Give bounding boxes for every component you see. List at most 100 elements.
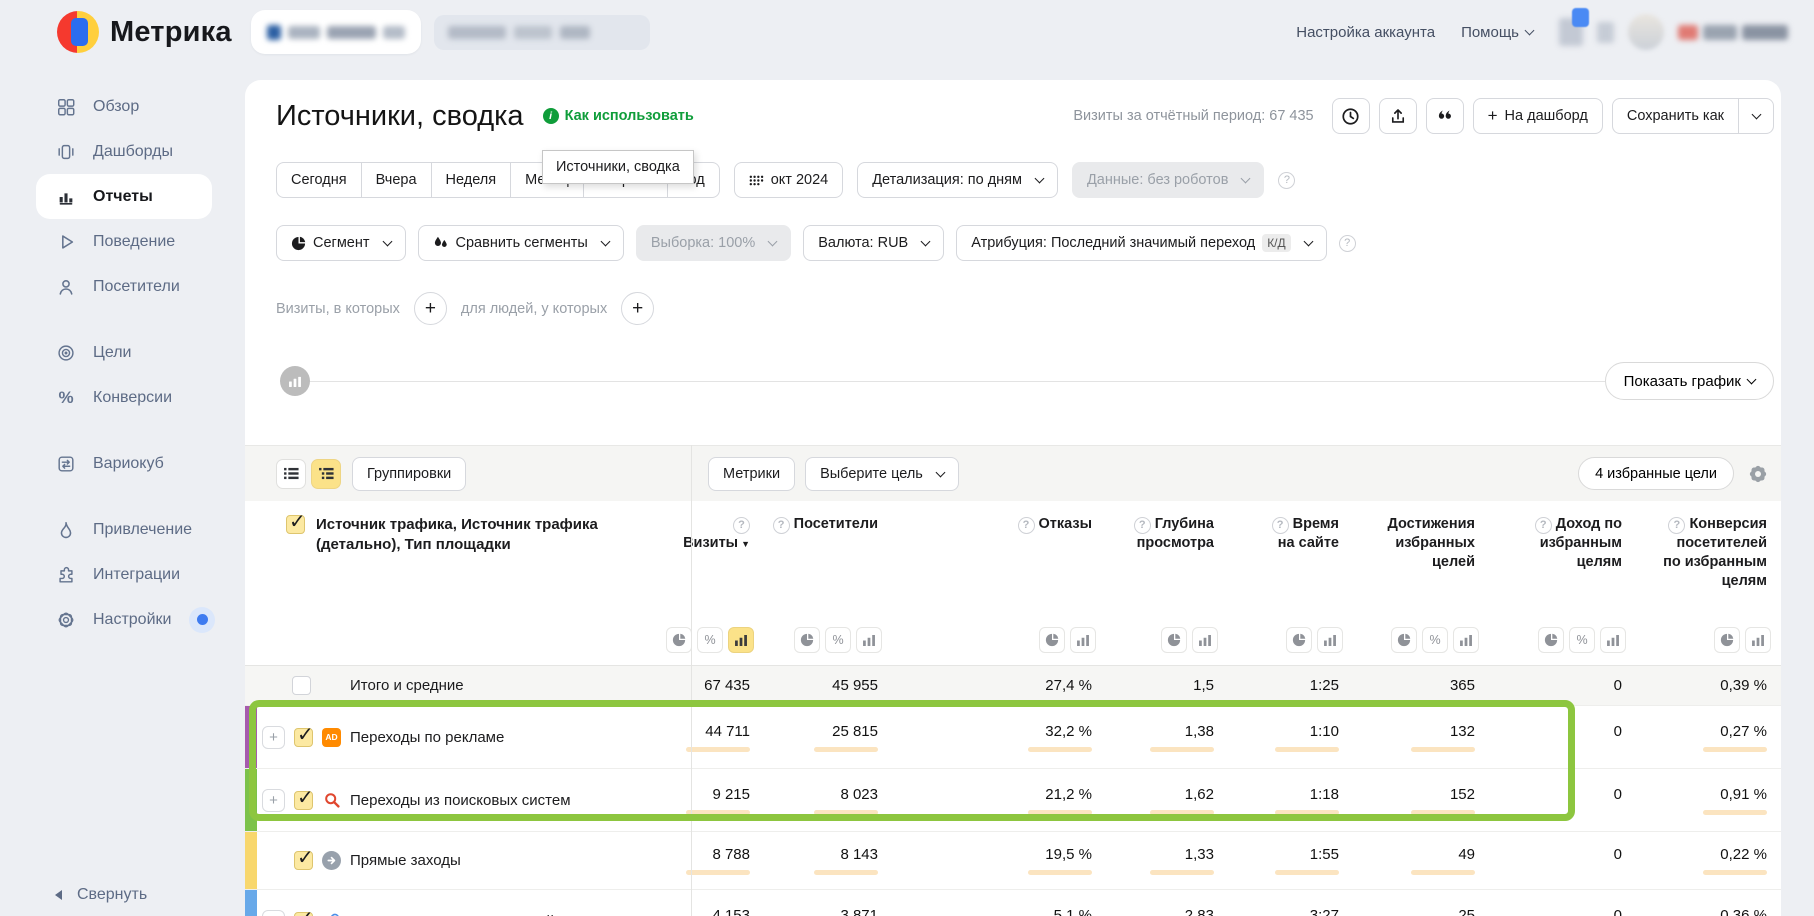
tree-view-toggle[interactable]: [311, 459, 341, 489]
table-row[interactable]: + ✓ Переходы по ссылкам на сайтах 4 153 …: [245, 889, 1781, 916]
sidebar-item-acquisition[interactable]: Привлечение: [0, 507, 245, 552]
flat-list-view-toggle[interactable]: [276, 459, 306, 489]
period-yesterday[interactable]: Вчера: [362, 162, 432, 198]
help-icon[interactable]: ?: [773, 517, 790, 534]
export-button[interactable]: [1379, 98, 1417, 134]
period-today[interactable]: Сегодня: [276, 162, 362, 198]
chart-collapsed-icon[interactable]: [280, 366, 310, 396]
row-label[interactable]: Переходы из поисковых систем: [350, 792, 571, 809]
collapse-sidebar-button[interactable]: Свернуть: [55, 886, 147, 904]
metrika-logo[interactable]: Метрика: [57, 11, 232, 53]
sidebar-item-integrations[interactable]: Интеграции: [0, 552, 245, 597]
table-row[interactable]: ✓ Прямые заходы 8 788 8 143 19,5 % 1,33 …: [245, 831, 1781, 889]
history-button[interactable]: [1332, 98, 1370, 134]
sidebar-item-variocube[interactable]: Вариокуб: [0, 441, 245, 486]
help-icon[interactable]: ?: [1134, 517, 1151, 534]
row-label[interactable]: Переходы по рекламе: [350, 729, 504, 746]
bars-toggle[interactable]: [1070, 627, 1096, 653]
chevron-down-icon: [1747, 375, 1757, 385]
comments-button[interactable]: [1426, 98, 1464, 134]
row-checkbox[interactable]: ✓: [294, 791, 313, 810]
how-to-use-link[interactable]: i Как использовать: [543, 108, 694, 124]
bars-toggle[interactable]: [1600, 627, 1626, 653]
sidebar-item-reports[interactable]: Отчеты: [36, 174, 212, 219]
sidebar-item-goals[interactable]: Цели: [0, 330, 245, 375]
pie-toggle[interactable]: [1161, 627, 1187, 653]
select-all-checkbox[interactable]: ✓: [286, 515, 305, 534]
percent-toggle[interactable]: %: [1422, 627, 1448, 653]
pie-toggle[interactable]: [1039, 627, 1065, 653]
help-icon[interactable]: ?: [1018, 517, 1035, 534]
add-visit-filter-button[interactable]: +: [414, 292, 447, 325]
bars-toggle[interactable]: [1453, 627, 1479, 653]
account-settings-link[interactable]: Настройка аккаунта: [1296, 24, 1435, 41]
add-people-filter-button[interactable]: +: [621, 292, 654, 325]
bars-toggle[interactable]: [856, 627, 882, 653]
counter-tab-active[interactable]: [251, 10, 421, 54]
metrics-button[interactable]: Метрики: [708, 457, 795, 491]
compare-segments-button[interactable]: Сравнить сегменты: [418, 225, 624, 261]
avatar[interactable]: [1628, 14, 1664, 50]
bars-toggle[interactable]: [1317, 627, 1343, 653]
sort-desc-icon[interactable]: ▼: [741, 539, 750, 549]
help-icon[interactable]: ?: [1668, 517, 1685, 534]
save-as-button[interactable]: Сохранить как: [1612, 98, 1739, 134]
period-week[interactable]: Неделя: [432, 162, 512, 198]
currency-dropdown[interactable]: Валюта: RUB: [803, 225, 944, 261]
bars-toggle[interactable]: [1745, 627, 1771, 653]
counter-tab-secondary[interactable]: [434, 15, 650, 50]
detalization-dropdown[interactable]: Детализация: по дням: [857, 162, 1058, 198]
notifications-icon[interactable]: [1559, 18, 1583, 46]
percent-toggle[interactable]: %: [697, 627, 723, 653]
help-menu[interactable]: Помощь: [1461, 24, 1533, 41]
groupings-button[interactable]: Группировки: [352, 457, 466, 491]
pie-toggle[interactable]: [794, 627, 820, 653]
sidebar-item-settings[interactable]: Настройки: [0, 597, 245, 642]
pie-toggle[interactable]: [1391, 627, 1417, 653]
sidebar-item-behavior[interactable]: Поведение: [0, 219, 245, 264]
row-checkbox[interactable]: ✓: [294, 728, 313, 747]
help-icon[interactable]: ?: [733, 517, 750, 534]
pie-toggle[interactable]: [1286, 627, 1312, 653]
row-checkbox[interactable]: ✓: [292, 676, 311, 695]
pie-toggle[interactable]: [666, 627, 692, 653]
expand-row-button[interactable]: +: [262, 789, 285, 812]
table-row[interactable]: + ✓ AD Переходы по рекламе 44 711 25 815…: [245, 705, 1781, 768]
bars-toggle[interactable]: [728, 627, 754, 653]
dimension-header[interactable]: Источник трафика, Источник трафика (дета…: [316, 515, 681, 556]
help-icon[interactable]: ?: [1278, 172, 1295, 189]
sidebar-item-overview[interactable]: Обзор: [0, 84, 245, 129]
sidebar-item-visitors[interactable]: Посетители: [0, 264, 245, 309]
bar-chart-icon: [55, 187, 77, 207]
help-icon[interactable]: ?: [1272, 517, 1289, 534]
segment-button[interactable]: Сегмент: [276, 225, 406, 261]
expand-row-button[interactable]: +: [262, 726, 285, 749]
sidebar-item-dashboards[interactable]: Дашборды: [0, 129, 245, 174]
choose-goal-dropdown[interactable]: Выберите цель: [805, 457, 959, 491]
column-users: ? Посетители %: [758, 501, 886, 665]
sidebar-item-conversions[interactable]: % Конверсии: [0, 375, 245, 420]
robots-filter-dropdown[interactable]: Данные: без роботов: [1072, 162, 1264, 198]
save-as-dropdown[interactable]: [1738, 98, 1774, 134]
expand-row-button[interactable]: +: [262, 910, 285, 916]
row-label[interactable]: Переходы по ссылкам на сайтах: [350, 913, 577, 916]
pie-toggle[interactable]: [1538, 627, 1564, 653]
user-area[interactable]: [1559, 14, 1788, 50]
attribution-dropdown[interactable]: Атрибуция: Последний значимый переход К/…: [956, 225, 1326, 261]
percent-toggle[interactable]: %: [825, 627, 851, 653]
row-checkbox[interactable]: ✓: [294, 851, 313, 870]
table-settings-gear-icon[interactable]: [1747, 463, 1769, 485]
calendar-button[interactable]: окт 2024: [734, 162, 844, 198]
pie-toggle[interactable]: [1714, 627, 1740, 653]
bars-toggle[interactable]: [1192, 627, 1218, 653]
table-row[interactable]: + ✓ Переходы из поисковых систем 9 215 8…: [245, 768, 1781, 831]
row-label[interactable]: Прямые заходы: [350, 852, 461, 869]
help-icon[interactable]: ?: [1535, 517, 1552, 534]
show-chart-button[interactable]: Показать график: [1605, 362, 1774, 400]
sampling-dropdown[interactable]: Выборка: 100%: [636, 225, 791, 261]
add-to-dashboard-button[interactable]: +На дашборд: [1473, 98, 1603, 134]
percent-toggle[interactable]: %: [1569, 627, 1595, 653]
row-checkbox[interactable]: ✓: [294, 912, 313, 916]
help-icon[interactable]: ?: [1339, 235, 1356, 252]
favorite-goals-button[interactable]: 4 избранные цели: [1578, 457, 1734, 490]
